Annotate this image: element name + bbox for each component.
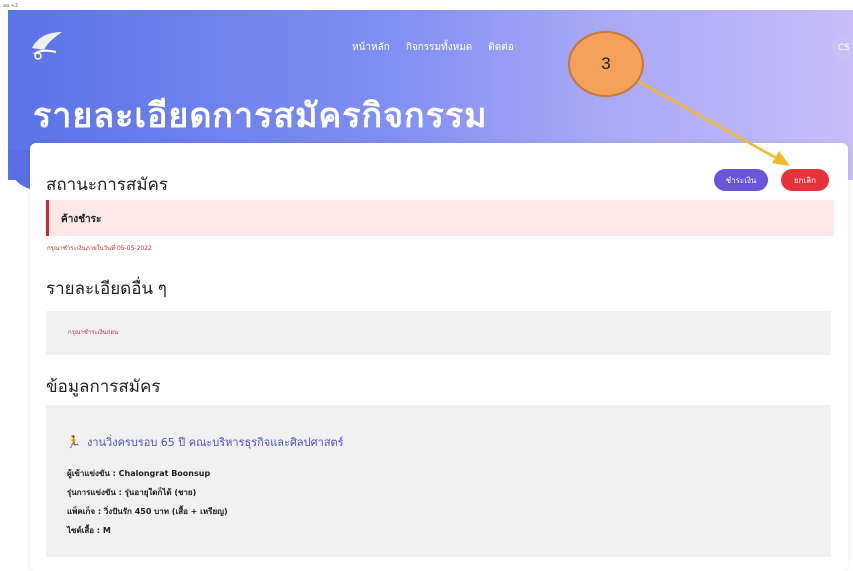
annotation-marker: 3 [568, 31, 644, 97]
annotation-arrow [631, 76, 790, 166]
